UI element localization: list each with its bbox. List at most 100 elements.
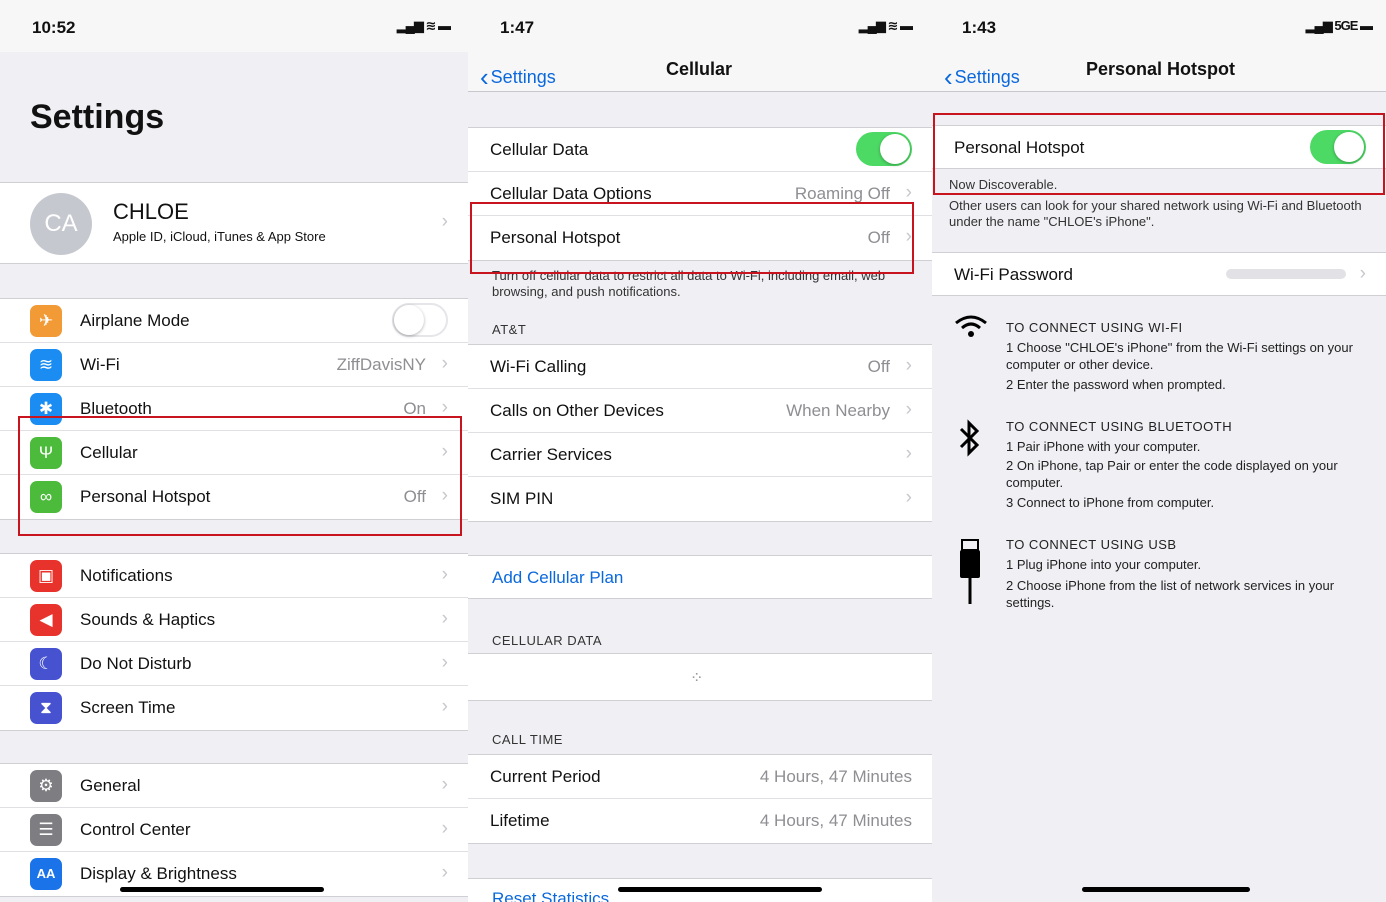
page-title: Settings	[30, 98, 165, 136]
settings-item-value: ZiffDavisNY	[336, 355, 426, 374]
moon-icon: ☾	[30, 648, 62, 680]
usb-cable-icon	[954, 538, 986, 616]
loading-spinner-icon: ⁘	[690, 670, 704, 687]
bluetooth-step-3: 3 Connect to iPhone from computer.	[1006, 495, 1215, 510]
settings-item-label: General	[80, 776, 141, 795]
home-indicator	[120, 887, 324, 892]
cellular-item-value: 4 Hours, 47 Minutes	[759, 811, 912, 830]
status-indicators: ▂▄▆ ≋ ▬	[858, 18, 913, 33]
wifi-password-row[interactable]: Wi-Fi Password ›	[932, 252, 1386, 296]
bluetooth-icon	[954, 418, 986, 466]
highlight-box	[18, 416, 462, 536]
settings-item-screen-time[interactable]: ⧗ Screen Time ›	[0, 686, 468, 730]
cellular-item-wi-fi-calling[interactable]: Wi-Fi Calling Off ›	[468, 345, 932, 389]
notifications-group: ▣ Notifications › ◀ Sounds & Haptics › ☾ Do Not…	[0, 553, 468, 731]
cellular-item-label: Cellular Data	[490, 140, 589, 159]
settings-item-general[interactable]: ⚙ General ›	[0, 764, 468, 808]
cellular-item-label: Wi-Fi Calling	[490, 357, 587, 376]
status-indicators: ▂▄▆ ≋ ▬	[396, 18, 451, 33]
cellular-item-label: Cellular Data Options	[490, 184, 652, 203]
status-time: 1:43	[962, 18, 997, 37]
status-time: 10:52	[32, 18, 76, 37]
back-button[interactable]: ‹ Settings	[944, 59, 1020, 92]
cellular-item-label: Carrier Services	[490, 445, 612, 464]
status-bar: 10:52 ▂▄▆ ≋ ▬	[0, 0, 468, 52]
wifi-icon: ≋	[30, 349, 62, 381]
home-indicator	[1082, 887, 1250, 892]
nav-bar: ‹ Settings Personal Hotspot	[932, 52, 1386, 92]
cellular-item-label: Current Period	[490, 767, 601, 786]
settings-item-label: Screen Time	[80, 698, 176, 717]
highlight-box	[933, 113, 1385, 195]
avatar: CA	[30, 193, 92, 255]
add-plan-row[interactable]: Add Cellular Plan	[468, 555, 932, 599]
chevron-right-icon: ›	[441, 564, 448, 585]
back-button[interactable]: ‹ Settings	[480, 59, 556, 92]
cellular-item-value: Roaming Off	[794, 184, 890, 203]
wifi-password-label: Wi-Fi Password	[954, 265, 1074, 284]
chevron-left-icon: ‹	[480, 62, 489, 92]
gear-icon: ⚙	[30, 770, 62, 802]
cellular-item-label: Calls on Other Devices	[490, 401, 664, 420]
discoverable-detail: Other users can look for your shared net…	[949, 198, 1362, 229]
bluetooth-section-title: TO CONNECT USING BLUETOOTH	[1006, 419, 1233, 434]
usb-step-1: 1 Plug iPhone into your computer.	[1006, 557, 1202, 572]
usb-step-2: 2 Choose iPhone from the list of network…	[1006, 578, 1335, 610]
chevron-right-icon: ›	[441, 696, 448, 717]
wifi-step-1: 1 Choose "CHLOE's iPhone" from the Wi-Fi…	[1006, 340, 1353, 372]
chevron-right-icon: ›	[905, 399, 912, 420]
cellular-item-current-period: Current Period 4 Hours, 47 Minutes	[468, 755, 932, 799]
airplane-mode-toggle[interactable]	[392, 303, 448, 337]
cellular-item-cellular-data[interactable]: Cellular Data	[468, 128, 932, 172]
chevron-left-icon: ‹	[944, 62, 953, 92]
bluetooth-step-1: 1 Pair iPhone with your computer.	[1006, 439, 1201, 454]
chevron-right-icon: ›	[441, 211, 448, 232]
status-bar: 1:43 ▂▄▆ 5GE ▬	[932, 0, 1386, 52]
profile-subtitle: Apple ID, iCloud, iTunes & App Store	[113, 229, 326, 244]
cellular-item-carrier-services[interactable]: Carrier Services ›	[468, 433, 932, 477]
wifi-password-value	[1226, 269, 1346, 279]
settings-item-sounds-haptics[interactable]: ◀ Sounds & Haptics ›	[0, 598, 468, 642]
home-indicator	[618, 887, 822, 892]
cellular-item-sim-pin[interactable]: SIM PIN ›	[468, 477, 932, 521]
settings-item-wi-fi[interactable]: ≋ Wi-Fi ZiffDavisNY ›	[0, 343, 468, 387]
profile-row[interactable]: CA CHLOE Apple ID, iCloud, iTunes & App …	[0, 182, 468, 264]
cellular-item-value: Off	[867, 357, 890, 376]
chevron-right-icon: ›	[1359, 263, 1366, 284]
settings-item-control-center[interactable]: ☰ Control Center ›	[0, 808, 468, 852]
back-label: Settings	[954, 67, 1020, 87]
carrier-header: AT&T	[492, 322, 527, 337]
chevron-right-icon: ›	[905, 355, 912, 376]
settings-item-notifications[interactable]: ▣ Notifications ›	[0, 554, 468, 598]
switches-icon: ☰	[30, 814, 62, 846]
wifi-section-title: TO CONNECT USING WI-FI	[1006, 320, 1183, 335]
cellular-data-toggle[interactable]	[856, 132, 912, 166]
hotspot-panel: 1:43 ▂▄▆ 5GE ▬ ‹ Settings Personal Hotspo…	[932, 0, 1386, 902]
cellular-item-calls-on-other-devices[interactable]: Calls on Other Devices When Nearby ›	[468, 389, 932, 433]
display-aa-icon: AA	[30, 858, 62, 890]
settings-panel: 10:52 ▂▄▆ ≋ ▬ Settings CA CHLOE Apple ID…	[0, 0, 468, 902]
settings-item-do-not-disturb[interactable]: ☾ Do Not Disturb ›	[0, 642, 468, 686]
status-indicators: ▂▄▆ 5GE ▬	[1305, 18, 1373, 33]
chevron-right-icon: ›	[905, 182, 912, 203]
nav-title: Personal Hotspot	[1086, 59, 1236, 79]
nav-title: Cellular	[666, 59, 733, 79]
settings-item-airplane-mode[interactable]: ✈ Airplane Mode	[0, 299, 468, 343]
reset-statistics-link[interactable]: Reset Statistics	[492, 889, 609, 902]
bluetooth-step-2: 2 On iPhone, tap Pair or enter the code …	[1006, 458, 1338, 490]
add-cellular-plan-link[interactable]: Add Cellular Plan	[492, 568, 623, 588]
usb-section-title: TO CONNECT USING USB	[1006, 537, 1177, 552]
chevron-right-icon: ›	[441, 818, 448, 839]
cellular-panel: 1:47 ▂▄▆ ≋ ▬ ‹ Settings Cellular Cellular…	[468, 0, 932, 902]
airplane-icon: ✈	[30, 305, 62, 337]
cellular-item-label: SIM PIN	[490, 489, 554, 508]
cellular-data-header: CELLULAR DATA	[492, 633, 603, 648]
cellular-item-lifetime: Lifetime 4 Hours, 47 Minutes	[468, 799, 932, 843]
call-time-header: CALL TIME	[492, 732, 563, 747]
settings-item-label: Notifications	[80, 566, 173, 585]
chevron-right-icon: ›	[441, 353, 448, 374]
settings-item-label: Display & Brightness	[80, 864, 237, 883]
highlight-box	[470, 202, 914, 274]
nav-bar: ‹ Settings Cellular	[468, 52, 932, 92]
cellular-item-label: Lifetime	[490, 811, 550, 830]
